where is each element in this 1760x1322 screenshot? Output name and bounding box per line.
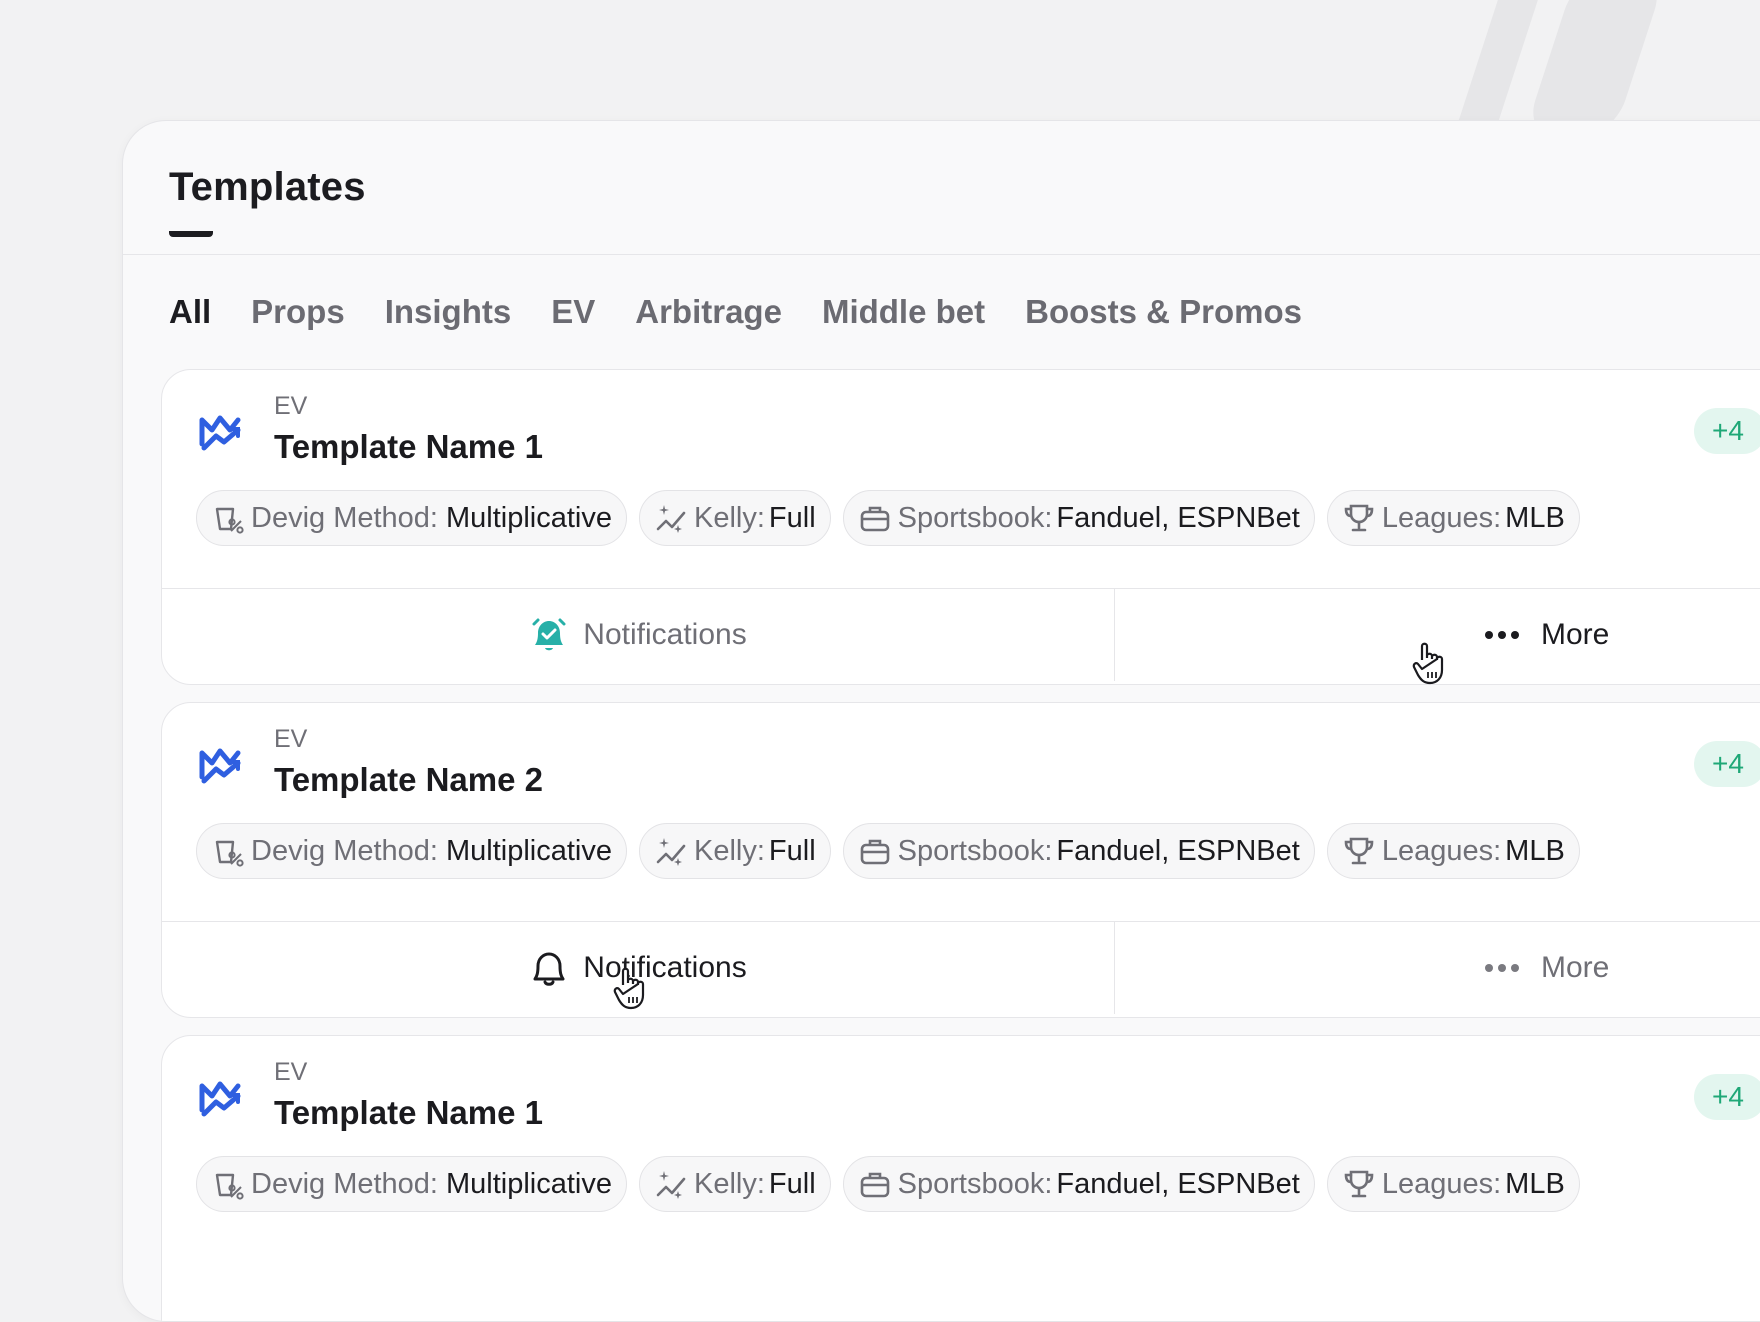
tab-all[interactable]: All (169, 231, 214, 333)
chip-kelly: Kelly: Full (639, 1156, 831, 1212)
template-category: EV (274, 392, 308, 420)
extra-count-badge[interactable]: +4 (1694, 408, 1760, 454)
settings-chips: Devig Method: Multiplicative Kelly: Full… (196, 490, 1580, 546)
chip-key: Kelly: (694, 501, 765, 534)
chip-value: Fanduel, ESPNBet (1056, 1167, 1300, 1200)
briefcase-icon (860, 506, 889, 532)
chip-key: Kelly: (694, 1167, 765, 1200)
chip-key: Leagues: (1381, 1167, 1502, 1200)
chip-value: Multiplicative (446, 501, 612, 534)
tab-middle-bet[interactable]: Middle bet (822, 291, 985, 333)
chip-key: Devig Method: (251, 834, 438, 867)
briefcase-icon (860, 1172, 889, 1198)
sparkle-trend-icon (656, 505, 686, 533)
divider (123, 254, 1760, 255)
trophy-icon (1344, 504, 1374, 532)
template-category: EV (274, 1058, 308, 1086)
chip-kelly: Kelly: Full (639, 490, 831, 546)
chip-key: Sportsbook: (897, 501, 1053, 534)
extra-count-badge[interactable]: +4 (1694, 741, 1760, 787)
chip-value: MLB (1505, 834, 1565, 867)
chip-value: Full (768, 834, 816, 867)
chip-value: MLB (1505, 501, 1565, 534)
chip-sportsbook: Sportsbook: Fanduel, ESPNBet (842, 490, 1315, 546)
background-decoration (1360, 0, 1760, 120)
card-actions: Notifications More (162, 921, 1760, 1014)
chip-value: Multiplicative (446, 1167, 612, 1200)
chip-key: Kelly: (694, 834, 765, 867)
template-card[interactable]: EV Template Name 1 +4 Devig Method: Mult… (161, 1035, 1760, 1321)
chip-key: Devig Method: (251, 501, 438, 534)
tab-props[interactable]: Props (251, 291, 345, 333)
devig-percent-icon (215, 1173, 244, 1200)
ev-chart-icon (199, 415, 241, 451)
chip-devig-method: Devig Method: Multiplicative (196, 823, 627, 879)
sparkle-trend-icon (656, 838, 686, 866)
notifications-label: Notifications (583, 951, 747, 984)
template-name: Template Name 1 (274, 1094, 543, 1131)
chip-sportsbook: Sportsbook: Fanduel, ESPNBet (842, 1156, 1315, 1212)
notifications-button[interactable]: Notifications (162, 589, 1114, 681)
chip-devig-method: Devig Method: Multiplicative (196, 1156, 627, 1212)
bell-icon (533, 952, 565, 986)
template-card[interactable]: EV Template Name 2 +4 Devig Method: Mult… (161, 702, 1760, 1018)
template-name: Template Name 1 (274, 428, 543, 465)
sparkle-trend-icon (656, 1171, 686, 1199)
template-category: EV (274, 725, 308, 753)
chip-leagues: Leagues: MLB (1326, 823, 1580, 879)
templates-panel: Templates All Props Insights EV Arbitrag… (122, 120, 1760, 1322)
chip-value: Full (768, 1167, 816, 1200)
settings-chips: Devig Method: Multiplicative Kelly: Full… (196, 1156, 1580, 1212)
template-card[interactable]: EV Template Name 1 +4 Devig Method: Mult… (161, 369, 1760, 685)
tab-ev[interactable]: EV (551, 291, 595, 333)
chip-key: Devig Method: (251, 1167, 438, 1200)
extra-count-badge[interactable]: +4 (1694, 1074, 1760, 1120)
trophy-icon (1344, 837, 1374, 865)
more-label: More (1541, 618, 1610, 651)
chip-sportsbook: Sportsbook: Fanduel, ESPNBet (842, 823, 1315, 879)
notifications-label: Notifications (583, 618, 747, 651)
tab-boosts-promos[interactable]: Boosts & Promos (1025, 291, 1302, 333)
chip-key: Leagues: (1381, 501, 1502, 534)
ev-chart-icon (199, 748, 241, 784)
chip-value: Multiplicative (446, 834, 612, 867)
chip-value: Fanduel, ESPNBet (1056, 834, 1300, 867)
template-name: Template Name 2 (274, 761, 543, 798)
chip-leagues: Leagues: MLB (1326, 490, 1580, 546)
more-button[interactable]: More (1114, 589, 1760, 681)
chip-value: Fanduel, ESPNBet (1056, 501, 1300, 534)
chip-leagues: Leagues: MLB (1326, 1156, 1580, 1212)
chip-devig-method: Devig Method: Multiplicative (196, 490, 627, 546)
chip-value: MLB (1505, 1167, 1565, 1200)
bell-check-icon (532, 618, 566, 651)
more-label: More (1541, 951, 1610, 984)
chip-key: Sportsbook: (897, 1167, 1053, 1200)
more-dots-icon (1485, 964, 1519, 972)
chip-value: Full (768, 501, 816, 534)
settings-chips: Devig Method: Multiplicative Kelly: Full… (196, 823, 1580, 879)
tab-arbitrage[interactable]: Arbitrage (635, 291, 782, 333)
chip-key: Sportsbook: (897, 834, 1053, 867)
briefcase-icon (860, 839, 889, 865)
more-button[interactable]: More (1114, 922, 1760, 1014)
ev-chart-icon (199, 1081, 241, 1117)
category-tabs: All Props Insights EV Arbitrage Middle b… (169, 231, 1302, 333)
devig-percent-icon (215, 507, 244, 534)
page-title: Templates (169, 165, 366, 209)
devig-percent-icon (215, 840, 244, 867)
chip-key: Leagues: (1381, 834, 1502, 867)
notifications-button[interactable]: Notifications (162, 922, 1114, 1014)
card-actions: Notifications More (162, 588, 1760, 681)
tab-insights[interactable]: Insights (385, 291, 512, 333)
trophy-icon (1344, 1170, 1374, 1198)
more-dots-icon (1485, 631, 1519, 639)
chip-kelly: Kelly: Full (639, 823, 831, 879)
